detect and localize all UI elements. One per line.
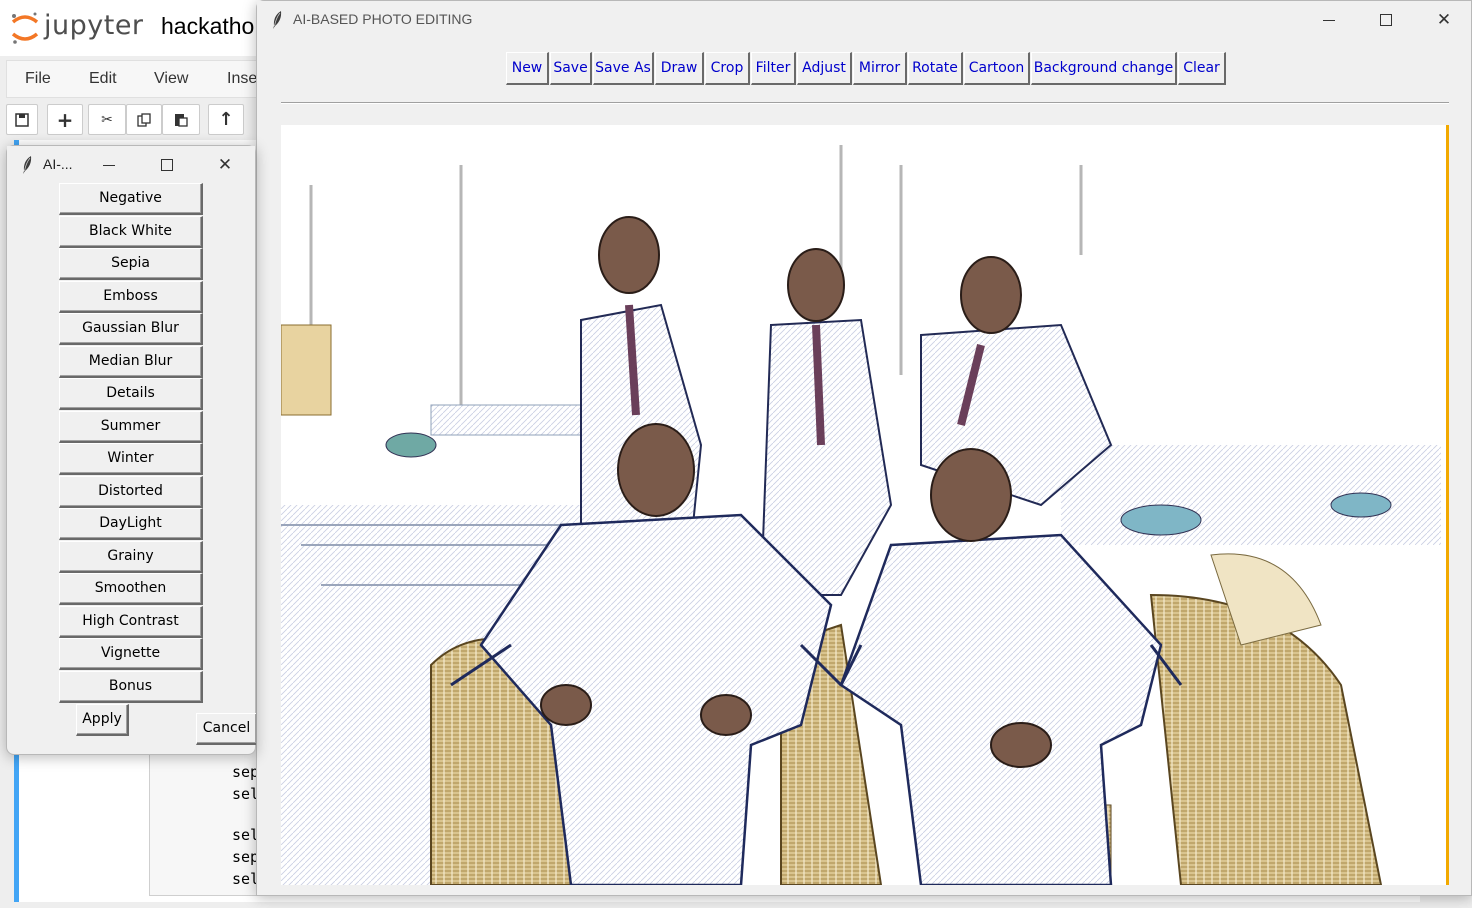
maximize-icon (161, 159, 173, 171)
scissors-icon: ✂ (101, 111, 113, 128)
maximize-button[interactable] (1372, 7, 1400, 33)
mirror-button[interactable]: Mirror (853, 52, 907, 85)
menu-file[interactable]: File (25, 70, 51, 88)
cancel-button[interactable]: Cancel (196, 713, 256, 745)
save-button[interactable]: Save (550, 52, 592, 85)
cartoon-button[interactable]: Cartoon (964, 52, 1030, 85)
filter-dialog: AI-... ✕ Negative Black White Sepia Embo… (6, 145, 256, 755)
filter-details-button[interactable]: Details (59, 378, 203, 410)
filter-sepia-button[interactable]: Sepia (59, 248, 203, 280)
close-button[interactable]: ✕ (1430, 7, 1458, 33)
filter-summer-button[interactable]: Summer (59, 411, 203, 443)
filter-grainy-button[interactable]: Grainy (59, 541, 203, 573)
save-as-button[interactable]: Save As (593, 52, 654, 85)
paste-button[interactable] (162, 104, 200, 135)
maximize-icon (1380, 14, 1392, 26)
filter-gaussian-blur-button[interactable]: Gaussian Blur (59, 313, 203, 345)
filter-emboss-button[interactable]: Emboss (59, 281, 203, 313)
menu-edit[interactable]: Edit (89, 70, 117, 88)
filter-winter-button[interactable]: Winter (59, 443, 203, 475)
minimize-button[interactable] (1315, 7, 1343, 33)
filter-black-white-button[interactable]: Black White (59, 216, 203, 248)
jupyter-brand[interactable]: jupyter (44, 10, 144, 41)
close-icon: ✕ (1436, 10, 1452, 30)
minimize-icon (103, 164, 115, 166)
save-notebook-button[interactable] (6, 104, 38, 135)
filter-button[interactable]: Filter (751, 52, 796, 85)
tk-feather-icon (273, 11, 282, 29)
editor-title: AI-BASED PHOTO EDITING (293, 11, 473, 27)
menu-insert[interactable]: Inse (227, 70, 257, 88)
image-canvas[interactable] (281, 125, 1449, 885)
paste-icon (175, 113, 188, 127)
apply-button[interactable]: Apply (76, 704, 129, 736)
filter-dialog-titlebar[interactable]: AI-... ✕ (7, 146, 255, 184)
filter-median-blur-button[interactable]: Median Blur (59, 346, 203, 378)
maximize-button[interactable] (153, 152, 181, 178)
tk-feather-icon (23, 156, 32, 174)
rotate-button[interactable]: Rotate (908, 52, 963, 85)
filter-bonus-button[interactable]: Bonus (59, 671, 203, 703)
clear-button[interactable]: Clear (1178, 52, 1226, 85)
crop-button[interactable]: Crop (705, 52, 750, 85)
notebook-name[interactable]: hackatho (161, 13, 254, 40)
photo-editing-window: AI-BASED PHOTO EDITING ✕ New Save Save A… (256, 0, 1472, 896)
move-up-button[interactable]: ↑ (208, 104, 244, 135)
copy-button[interactable] (126, 104, 162, 135)
close-icon: ✕ (217, 155, 233, 175)
background-change-button[interactable]: Background change (1031, 52, 1177, 85)
copy-icon (137, 112, 151, 127)
floppy-disk-icon (15, 112, 29, 127)
editor-titlebar[interactable]: AI-BASED PHOTO EDITING ✕ (257, 1, 1471, 39)
edited-photo (281, 125, 1446, 885)
arrow-up-icon: ↑ (218, 109, 234, 130)
filter-vignette-button[interactable]: Vignette (59, 638, 203, 670)
jupyter-logo-icon[interactable] (10, 10, 40, 46)
minimize-button[interactable] (95, 152, 123, 178)
menu-view[interactable]: View (154, 70, 188, 88)
insert-cell-button[interactable]: + (47, 104, 83, 135)
minimize-icon (1323, 19, 1335, 21)
toolbar-separator (281, 102, 1449, 104)
adjust-button[interactable]: Adjust (797, 52, 852, 85)
filter-high-contrast-button[interactable]: High Contrast (59, 606, 203, 638)
filter-distorted-button[interactable]: Distorted (59, 476, 203, 508)
plus-icon: + (56, 107, 74, 132)
new-button[interactable]: New (506, 52, 549, 85)
filter-smoothen-button[interactable]: Smoothen (59, 573, 203, 605)
cut-button[interactable]: ✂ (88, 104, 126, 135)
close-button[interactable]: ✕ (211, 152, 239, 178)
filter-daylight-button[interactable]: DayLight (59, 508, 203, 540)
filter-negative-button[interactable]: Negative (59, 183, 203, 215)
draw-button[interactable]: Draw (655, 52, 704, 85)
filter-dialog-title: AI-... (43, 156, 73, 172)
